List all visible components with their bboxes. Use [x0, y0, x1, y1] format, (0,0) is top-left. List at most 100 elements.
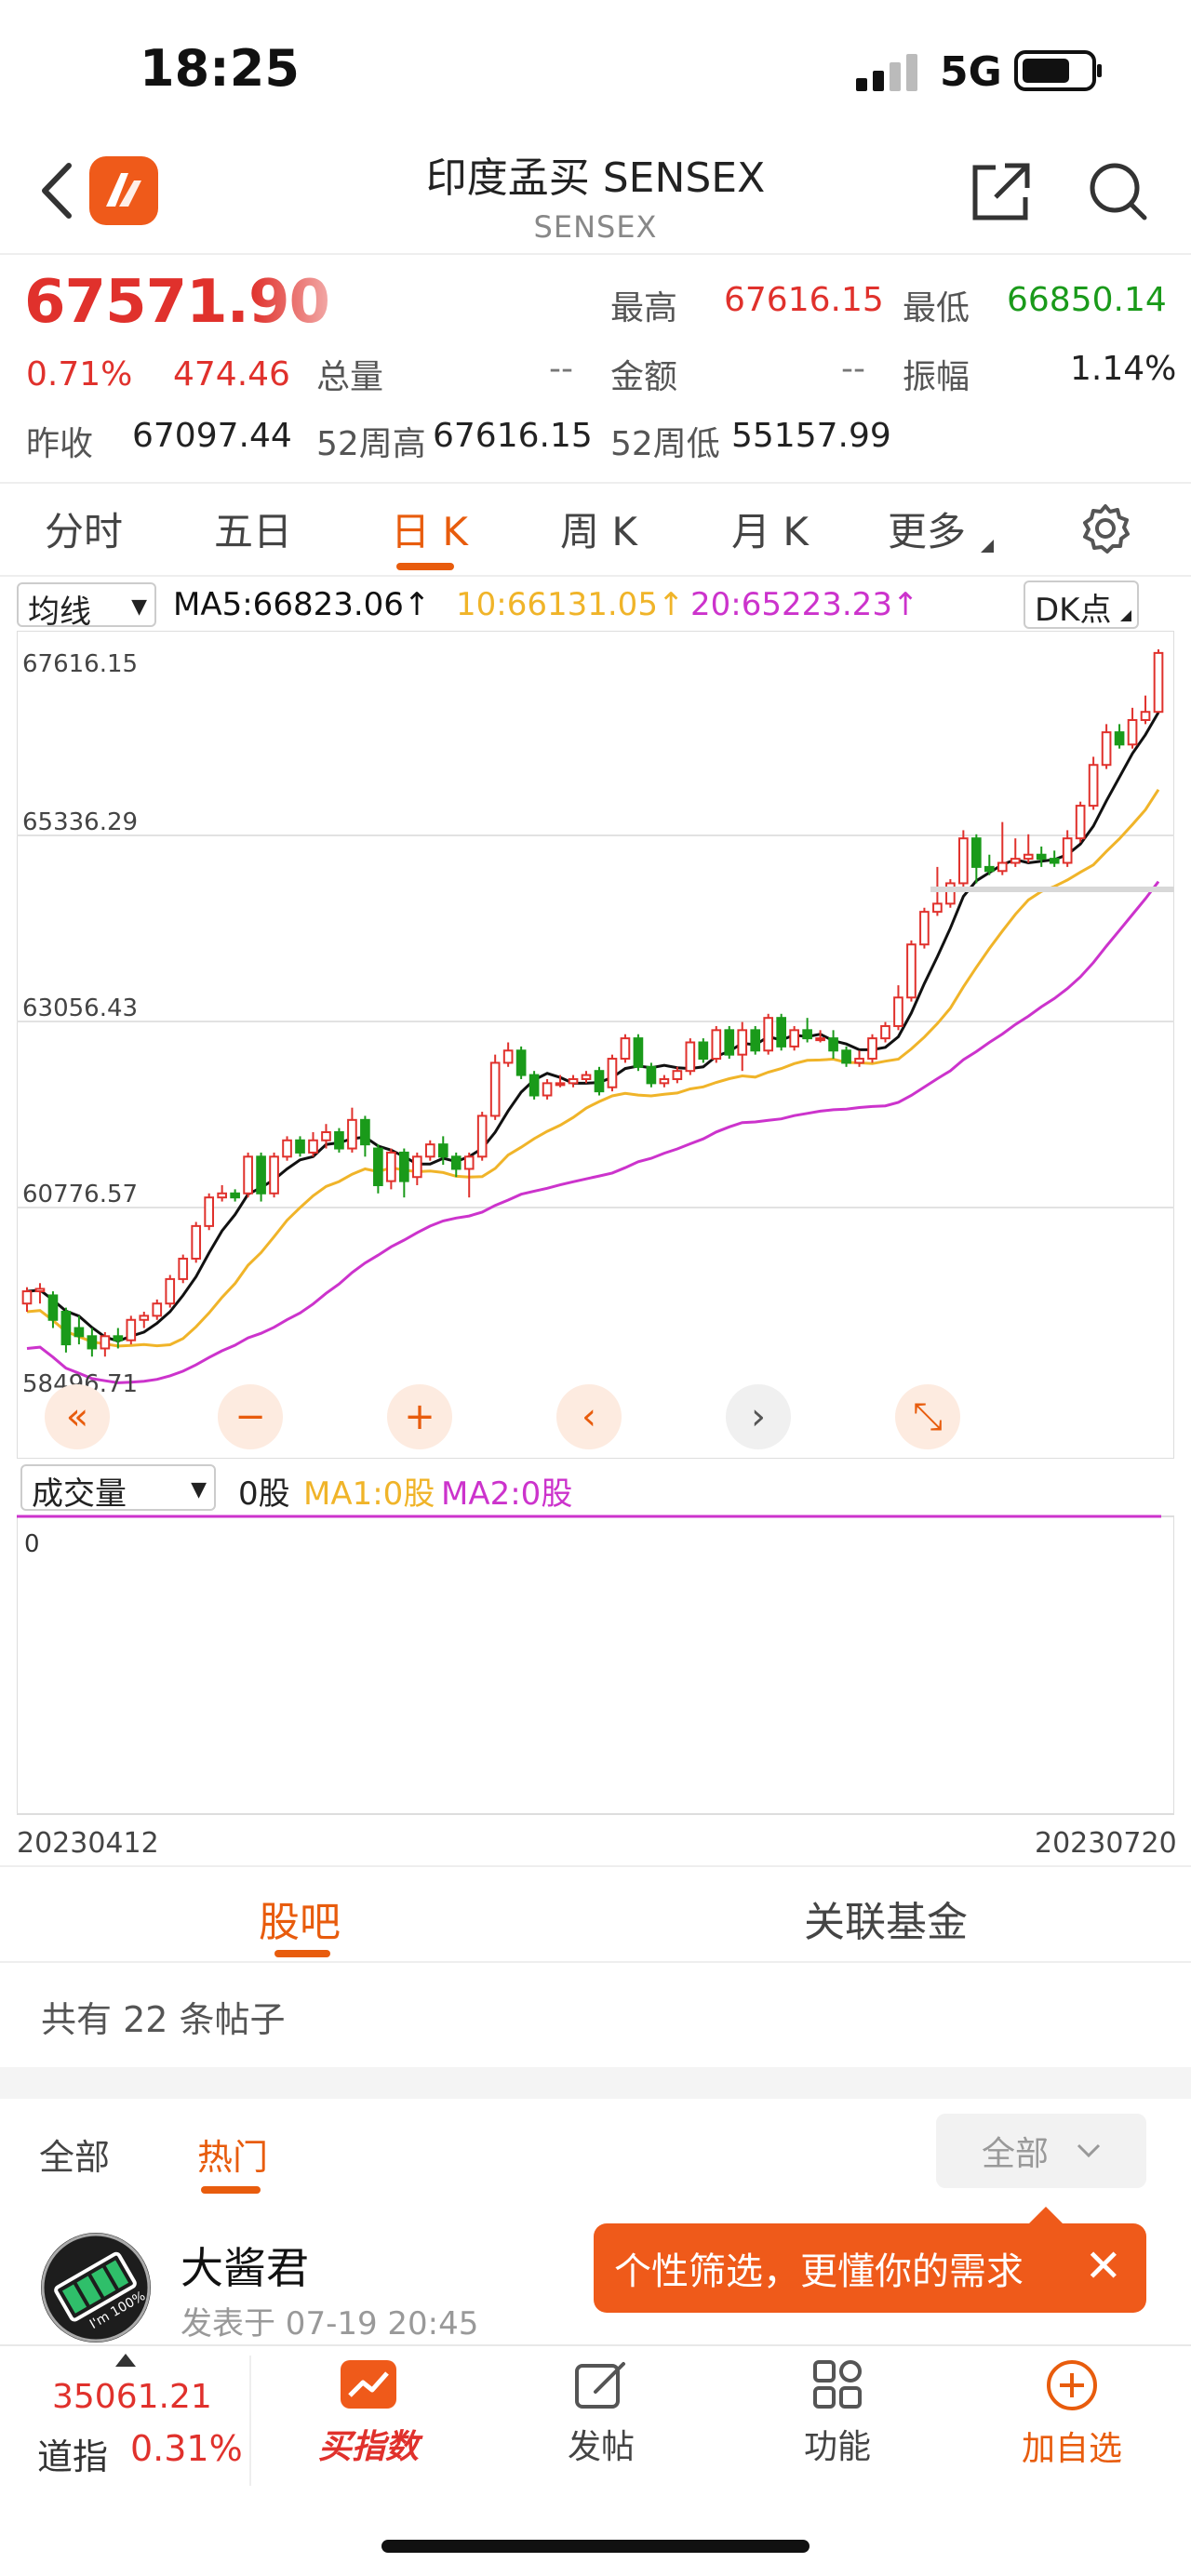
avatar-battery-icon: I'm 100% [41, 2233, 151, 2342]
battery-icon [1014, 50, 1102, 91]
tab-five-day[interactable]: 五日 [214, 501, 292, 557]
next-button[interactable]: › [726, 1384, 791, 1449]
candle-up [945, 882, 956, 905]
candle-down [724, 1029, 735, 1056]
search-icon[interactable] [1087, 158, 1150, 225]
candle-up [919, 911, 930, 946]
candle-up [489, 1061, 501, 1117]
fullscreen-button[interactable]: ⤡ [895, 1384, 960, 1449]
candle-down [360, 1118, 370, 1146]
candle-up [906, 943, 917, 999]
candlestick-chart[interactable]: 67616.1565336.2963056.4360776.5758496.71 [17, 631, 1174, 1459]
candle-up [126, 1318, 137, 1341]
candle-up [1153, 651, 1164, 714]
candle-up [165, 1277, 176, 1305]
volume-chart[interactable]: 0 [17, 1479, 1174, 1823]
candle-down [373, 1147, 383, 1187]
bottom-divider [249, 2356, 251, 2486]
filter-all[interactable]: 全部 [39, 2129, 110, 2180]
zoom-out-button[interactable]: − [218, 1384, 283, 1449]
candle-up [1023, 853, 1034, 861]
candle-up [21, 1290, 33, 1305]
gear-icon[interactable] [1079, 502, 1131, 554]
tab-monthly-k[interactable]: 月 K [731, 501, 809, 557]
candle-up [386, 1151, 396, 1182]
tab-related-funds[interactable]: 关联基金 [804, 1889, 968, 1948]
candle-down [450, 1155, 462, 1170]
y-tick-label: 67616.15 [22, 650, 138, 678]
candle-up [502, 1049, 514, 1064]
minus-icon: − [234, 1395, 266, 1438]
candle-down [230, 1192, 240, 1199]
candle-up [737, 1029, 748, 1056]
ma5-text: MA5:66823.06 [173, 586, 404, 623]
post-author[interactable]: 大酱君 [181, 2235, 309, 2296]
prev-close-value: 67097.44 [132, 417, 292, 455]
ma20-up-arrow-icon: ↑ [891, 586, 919, 623]
double-left-icon: « [65, 1395, 89, 1438]
ma10-text: 10:66131.05 [456, 586, 658, 623]
tab-more[interactable]: 更多 [888, 501, 966, 557]
chart-frame [17, 631, 1174, 1459]
network-type: 5G [940, 48, 1002, 96]
nav-buy-index[interactable]: 买指数 [275, 2358, 462, 2468]
candle-up [685, 1041, 696, 1073]
candle-up [282, 1139, 292, 1158]
avatar[interactable]: I'm 100% [41, 2233, 151, 2342]
tab-weekly-k[interactable]: 周 K [560, 501, 637, 557]
candle-up [789, 1029, 799, 1048]
quote-divider [0, 482, 1191, 484]
dropdown-caret-icon: ▼ [131, 595, 147, 619]
tab-forum[interactable]: 股吧 [259, 1889, 341, 1948]
nav-post[interactable]: 发帖 [508, 2358, 694, 2468]
candle-up [217, 1192, 227, 1199]
volume-axis-zero: 0 [24, 1530, 40, 1558]
candle-up [711, 1029, 722, 1061]
filter-dropdown[interactable]: 全部 [936, 2114, 1146, 2188]
amount-label: 金额 [610, 358, 678, 396]
filter-tooltip[interactable]: 个性筛选，更懂你的需求 ✕ [594, 2207, 1146, 2313]
candle-up [1140, 711, 1151, 721]
candle-down [60, 1310, 72, 1346]
candle-up [1127, 718, 1138, 746]
ticker-price[interactable]: 35061.21 [52, 2378, 212, 2416]
filter-hot[interactable]: 热门 [197, 2129, 268, 2180]
tab-intraday[interactable]: 分时 [45, 501, 123, 557]
candle-down [74, 1327, 85, 1338]
close-icon[interactable]: ✕ [1085, 2240, 1122, 2292]
nav-add-watchlist[interactable]: 加自选 [979, 2358, 1165, 2470]
ma-lines [26, 711, 1160, 1384]
ma20-text: 20:65223.23 [690, 586, 892, 623]
dk-point-button[interactable]: DK点 [1024, 581, 1139, 629]
candle-up [152, 1302, 163, 1317]
candle-up [34, 1288, 46, 1293]
candle-up [1088, 764, 1099, 808]
ma-selector[interactable]: 均线 ▼ [17, 582, 156, 631]
share-icon[interactable] [968, 158, 1035, 225]
candle-down [750, 1029, 761, 1052]
post-count: 共有 22 条帖子 [41, 1999, 286, 2040]
prev-button[interactable]: ‹ [556, 1384, 622, 1449]
header-divider [0, 253, 1191, 255]
nav-add-watchlist-label: 加自选 [1021, 2430, 1122, 2468]
tab-daily-k[interactable]: 日 K [391, 501, 468, 557]
zoom-in-button[interactable]: + [387, 1384, 452, 1449]
plus-icon: + [404, 1395, 435, 1438]
nav-functions[interactable]: 功能 [744, 2358, 930, 2468]
low-label: 最低 [903, 289, 970, 327]
candle-up [1010, 858, 1021, 864]
candle-down [776, 1017, 787, 1048]
candle-down [529, 1074, 540, 1097]
ticker-up-icon [115, 2354, 136, 2367]
candle-up [411, 1155, 422, 1179]
candle-up [867, 1037, 877, 1061]
y-tick-label: 63056.43 [22, 994, 138, 1022]
candle-down [646, 1065, 657, 1085]
candle-up [347, 1118, 357, 1150]
ticker-name[interactable]: 道指 [37, 2428, 108, 2479]
week52-high-value: 67616.15 [433, 417, 593, 455]
volume-label: 总量 [316, 358, 384, 396]
week52-low-label: 52周低 [610, 425, 720, 463]
candle-up [880, 1024, 890, 1040]
jump-first-button[interactable]: « [45, 1384, 110, 1449]
